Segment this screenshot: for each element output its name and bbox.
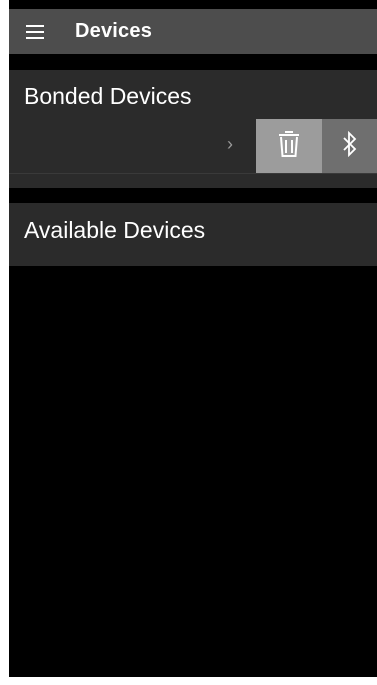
menu-button[interactable] (9, 9, 61, 54)
bottom-frame-border (0, 677, 377, 685)
left-frame-border (0, 0, 9, 685)
delete-device-button[interactable] (256, 119, 322, 173)
page-title: Devices (75, 20, 153, 42)
bonded-devices-section: Bonded Devices › (9, 70, 377, 188)
chevron-right-icon: › (227, 134, 233, 154)
hamburger-menu-icon (26, 24, 44, 39)
available-devices-header: Available Devices (24, 217, 206, 243)
available-devices-section: Available Devices (9, 203, 377, 266)
bluetooth-icon (342, 130, 358, 162)
trash-icon (278, 130, 300, 162)
bonded-devices-header: Bonded Devices (24, 83, 192, 109)
bonded-device-row[interactable]: › (9, 119, 377, 174)
app-toolbar: Devices (9, 9, 377, 54)
app-window: Devices Bonded Devices › Available Devic… (9, 9, 377, 677)
bluetooth-connect-button[interactable] (322, 119, 377, 173)
